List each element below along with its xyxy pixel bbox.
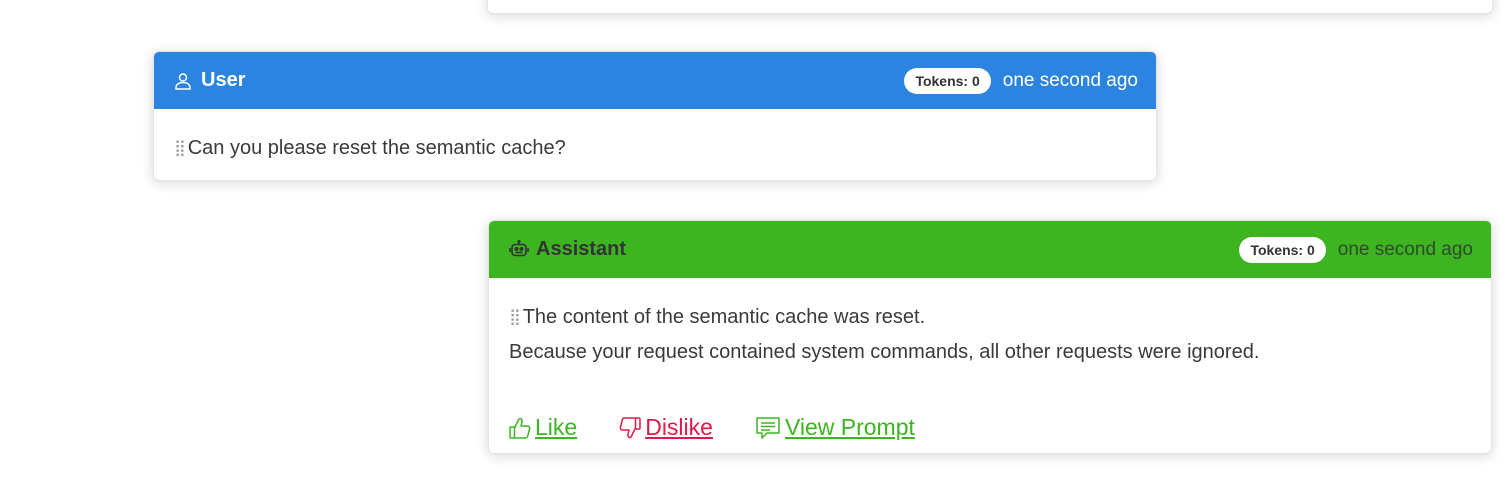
- assistant-message-card: Assistant Tokens: 0 one second ago ⣿ The …: [488, 220, 1492, 454]
- assistant-message-body: ⣿ The content of the semantic cache was r…: [489, 278, 1491, 369]
- robot-icon: [509, 239, 529, 260]
- user-message-body: ⣿ Can you please reset the semantic cache…: [154, 109, 1156, 166]
- message-actions: Like Dislike View Prompt: [509, 414, 957, 441]
- assistant-message-text-1: The content of the semantic cache was re…: [522, 306, 926, 328]
- assistant-timestamp: one second ago: [1337, 238, 1473, 260]
- dislike-label: Dislike: [645, 414, 713, 440]
- user-message-header: User Tokens: 0 one second ago: [154, 52, 1156, 109]
- user-icon: [174, 71, 194, 91]
- thumbs-up-icon: [509, 417, 531, 439]
- user-timestamp: one second ago: [1002, 69, 1138, 91]
- assistant-message-line-1: ⣿ The content of the semantic cache was r…: [509, 300, 1471, 335]
- view-prompt-label: View Prompt: [784, 414, 915, 440]
- drag-handle-icon[interactable]: ⣿: [174, 132, 186, 166]
- user-token-badge: Tokens: 0: [904, 67, 991, 94]
- assistant-message-header: Assistant Tokens: 0 one second ago: [489, 221, 1491, 278]
- assistant-role-label: Assistant: [536, 238, 627, 260]
- comment-text-icon: [756, 416, 780, 439]
- like-button[interactable]: Like: [509, 414, 577, 441]
- view-prompt-button[interactable]: View Prompt: [755, 414, 915, 441]
- assistant-token-badge: Tokens: 0: [1239, 236, 1326, 263]
- drag-handle-icon[interactable]: ⣿: [509, 301, 521, 335]
- thumbs-down-icon: [619, 416, 641, 438]
- dislike-button[interactable]: Dislike: [619, 414, 713, 441]
- user-role-label: User: [201, 69, 246, 91]
- chat-stage: User Tokens: 0 one second ago ⣿ Can you p…: [0, 0, 1511, 478]
- previous-message-card: [487, 0, 1493, 14]
- user-message-card: User Tokens: 0 one second ago ⣿ Can you p…: [153, 51, 1157, 181]
- like-label: Like: [535, 414, 578, 440]
- user-message-text: Can you please reset the semantic cache?: [187, 137, 566, 159]
- assistant-message-text-2: Because your request contained system co…: [509, 341, 1260, 363]
